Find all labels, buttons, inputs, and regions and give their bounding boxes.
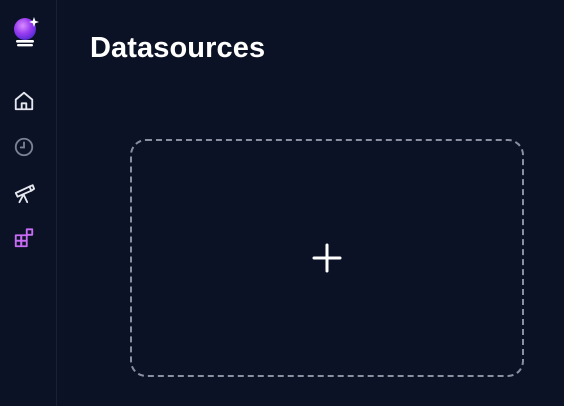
telescope-icon — [14, 184, 35, 204]
plus-icon — [312, 243, 342, 273]
sidebar — [0, 0, 57, 406]
clock-icon — [14, 137, 34, 157]
sidebar-item-datasources[interactable] — [12, 226, 36, 250]
main-content: Datasources — [57, 0, 564, 406]
blocks-icon — [14, 228, 34, 248]
app-logo[interactable] — [12, 16, 42, 48]
sidebar-item-home[interactable] — [12, 89, 36, 113]
crystal-ball-logo-icon — [14, 17, 39, 47]
add-datasource-button[interactable] — [130, 139, 524, 377]
sidebar-item-explore[interactable] — [12, 181, 36, 205]
page-title: Datasources — [90, 32, 266, 64]
sidebar-item-history[interactable] — [12, 135, 36, 159]
app-window: Datasources — [0, 0, 564, 406]
home-icon — [14, 91, 34, 111]
